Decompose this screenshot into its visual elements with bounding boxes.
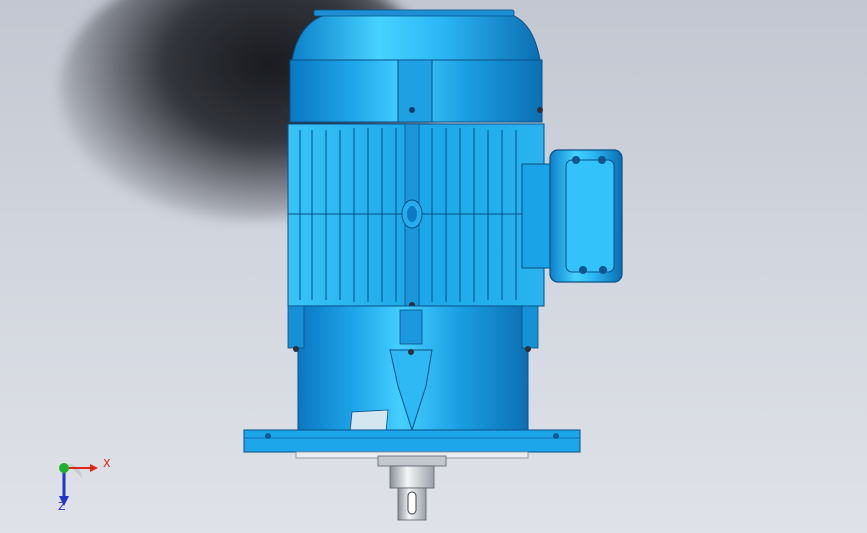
- end-cap: [282, 9, 543, 123]
- graphics-viewport[interactable]: X Z: [0, 0, 867, 533]
- motor-shaft: [377, 455, 447, 521]
- z-axis-label: Z: [58, 500, 66, 513]
- motor-model[interactable]: [0, 0, 867, 533]
- terminal-box[interactable]: [521, 149, 623, 283]
- x-axis-label: X: [103, 457, 111, 470]
- y-axis-icon: [59, 463, 69, 473]
- flange-body: [287, 305, 539, 433]
- stator-fins: [287, 123, 545, 308]
- mounting-flange: [243, 429, 581, 459]
